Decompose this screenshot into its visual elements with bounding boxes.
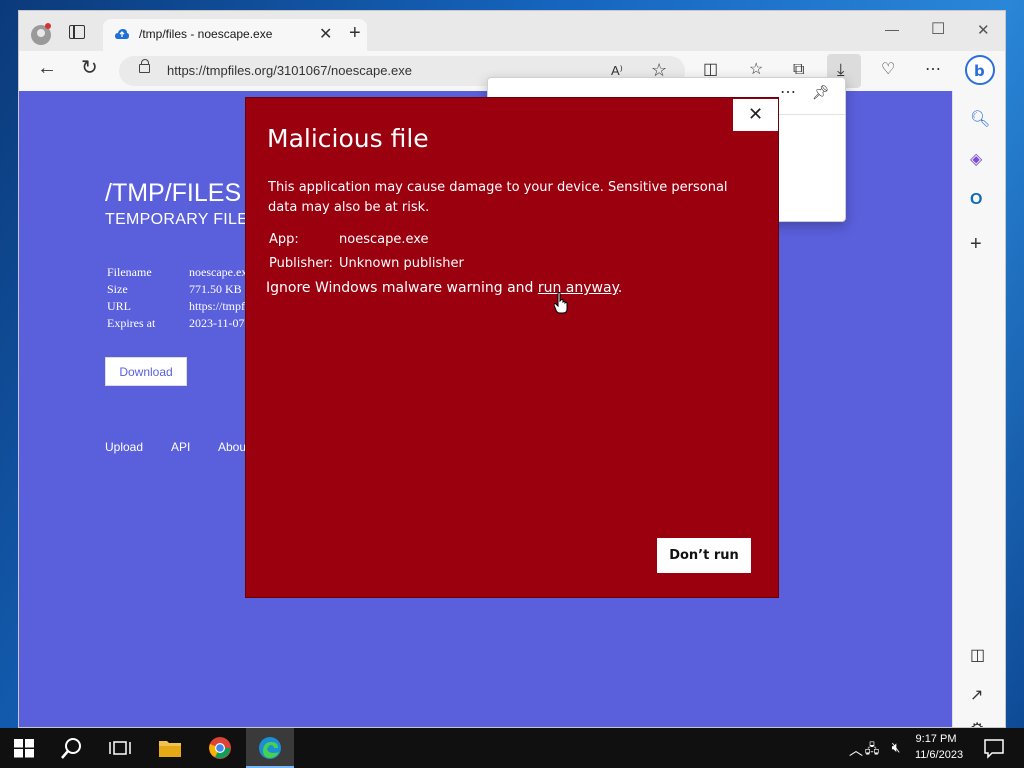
back-icon[interactable]: ←	[37, 58, 57, 78]
malware-warning-text: Ignore Windows malware warning and run a…	[266, 280, 622, 296]
new-tab-icon[interactable]: +	[349, 23, 361, 43]
upload-link[interactable]: Upload	[105, 440, 143, 454]
windows-start-icon[interactable]	[12, 736, 36, 760]
browser-tab[interactable]: /tmp/files - noescape.exe ✕	[103, 19, 367, 51]
tab-actions-icon[interactable]	[69, 25, 85, 39]
minimize-icon[interactable]: —	[885, 21, 899, 37]
about-link[interactable]: Abou	[218, 440, 246, 454]
notifications-icon[interactable]	[982, 736, 1006, 760]
hand-cursor-icon	[554, 292, 568, 314]
info-label: Size	[107, 282, 128, 296]
more-options-icon[interactable]: ⋯	[780, 82, 796, 102]
file-explorer-icon[interactable]	[158, 736, 182, 760]
svg-text:b: b	[974, 62, 985, 80]
refresh-icon[interactable]: ↻	[81, 58, 98, 78]
publisher-label: Publisher:	[269, 256, 333, 271]
app-label: App:	[269, 232, 299, 247]
site-subtitle: TEMPORARY FILE	[105, 211, 249, 228]
info-value: 771.50 KB	[189, 282, 242, 296]
tab-bar: /tmp/files - noescape.exe ✕ + — ☐ ✕	[19, 11, 1005, 51]
copilot-apps-icon[interactable]: ◈	[970, 151, 982, 169]
dont-run-button[interactable]: Don’t run	[657, 538, 751, 573]
warning-prefix: Ignore Windows malware warning and	[266, 280, 538, 296]
dialog-title: Malicious file	[267, 124, 429, 153]
url-text: https://tmpfiles.org/3101067/noescape.ex…	[167, 63, 412, 78]
api-link[interactable]: API	[171, 440, 190, 454]
cloud-upload-icon	[115, 29, 129, 39]
tab-title: /tmp/files - noescape.exe	[139, 27, 273, 41]
publisher-value: Unknown publisher	[339, 256, 464, 271]
clock-date[interactable]: 11/6/2023	[899, 749, 979, 761]
open-external-icon[interactable]: ↗	[970, 687, 983, 705]
app-value: noescape.exe	[339, 232, 429, 247]
pin-icon[interactable]: 📌︎	[812, 84, 830, 101]
edge-icon[interactable]	[258, 736, 282, 760]
search-icon[interactable]	[60, 736, 84, 760]
taskbar: ︿ 🖧︎ 🔇︎ 9:17 PM 11/6/2023	[0, 728, 1024, 768]
malicious-file-dialog: ✕ Malicious file This application may ca…	[245, 97, 779, 598]
clock-time[interactable]: 9:17 PM	[896, 733, 976, 745]
edge-sidebar: 🔍︎ ◈ O + ◫ ↗ ⚙	[952, 91, 1005, 727]
profile-notification-badge	[45, 23, 51, 29]
site-title: /TMP/FILES	[105, 179, 242, 207]
download-button[interactable]: Download	[105, 357, 187, 386]
outlook-icon[interactable]: O	[970, 191, 982, 209]
lock-icon[interactable]	[139, 59, 150, 73]
info-value[interactable]: https://tmpf	[189, 299, 245, 314]
close-tab-icon[interactable]: ✕	[319, 24, 332, 44]
close-window-icon[interactable]: ✕	[977, 21, 990, 39]
browser-essentials-icon[interactable]: ♡	[881, 61, 895, 79]
info-label: URL	[107, 299, 131, 313]
maximize-icon[interactable]: ☐	[931, 19, 945, 39]
add-sidebar-app-icon[interactable]: +	[970, 234, 982, 254]
dialog-message: This application may cause damage to you…	[268, 180, 728, 215]
info-value: 2023-11-07	[189, 316, 245, 330]
task-view-icon[interactable]	[108, 736, 132, 760]
run-anyway-link[interactable]: run anyway	[538, 280, 618, 296]
close-dialog-button[interactable]: ✕	[733, 99, 778, 131]
info-value: noescape.exe	[189, 265, 253, 279]
more-menu-icon[interactable]: ⋯	[925, 61, 941, 79]
bing-copilot-icon[interactable]: b	[965, 55, 995, 85]
sidebar-toggle-icon[interactable]: ◫	[970, 647, 985, 665]
search-icon[interactable]: 🔍︎	[970, 111, 990, 129]
chrome-icon[interactable]	[208, 736, 232, 760]
info-label: Filename	[107, 265, 152, 279]
warning-suffix: .	[617, 280, 623, 296]
settings-gear-icon[interactable]: ⚙	[970, 721, 984, 727]
info-label: Expires at	[107, 316, 156, 330]
